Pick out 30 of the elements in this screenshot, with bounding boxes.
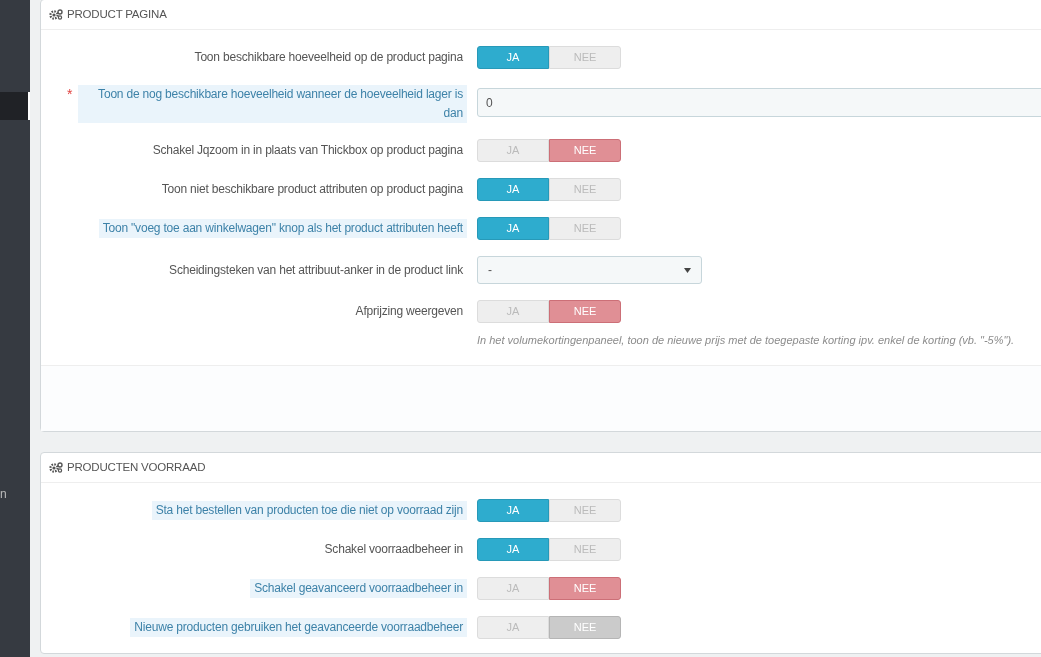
help-text: In het volumekortingenpaneel, toon de nieuwe prijs met de toegepaste korting ipv. enkel de korting (vb. "-5%"). [477,334,1015,346]
toggle-option[interactable]: JA [477,178,549,201]
toggle-option[interactable]: NEE [549,139,621,162]
field-label: Scheidingsteken van het attribuut-anker in de product link [168,261,464,279]
toggle-option[interactable]: JA [477,217,549,240]
number-field[interactable]: 0 [477,88,1041,117]
sidebar-item[interactable] [0,92,30,120]
dropdown[interactable]: - [477,256,702,284]
field-label: Afprijzing weergeven [354,303,464,320]
caret-icon [684,267,691,273]
field-label: Toon beschikbare hoeveelheid op de product pagina [193,49,464,66]
toggle-option[interactable]: JA [477,538,549,561]
field-label: Schakel Jqzoom in in plaats van Thickbox op product pagina [151,142,464,159]
gears-icon [49,462,63,473]
gears-icon [49,9,63,20]
toggle-option[interactable]: NEE [549,300,621,323]
field-label: Toon niet beschikbare product attributen op product pagina [160,181,464,198]
sidebar-item[interactable]: n [0,480,30,508]
panel-title: PRODUCTEN VOORRAAD [67,459,206,475]
field-label: Schakel geavanceerd voorraadbeheer in [250,579,467,598]
field-label: Sta het bestellen van producten toe die niet op voorraad zijn [151,501,467,520]
field-label: Nieuwe producten gebruiken het geavanceerde voorraadbeheer [130,618,467,637]
toggle-option[interactable]: JA [477,499,549,522]
toggle-option[interactable]: JA [477,46,549,69]
panel-title: PRODUCT PAGINA [67,6,167,22]
required-asterisk: * [67,85,73,104]
field-label: Toon de nog beschikbare hoeveelheid wanneer de hoeveelheid lager is dan [78,85,467,123]
field-label: Toon "voeg toe aan winkelwagen" knop als het product attributen heeft [98,219,467,238]
field-label: Schakel voorraadbeheer in [323,541,464,558]
toggle-option[interactable]: NEE [549,577,621,600]
